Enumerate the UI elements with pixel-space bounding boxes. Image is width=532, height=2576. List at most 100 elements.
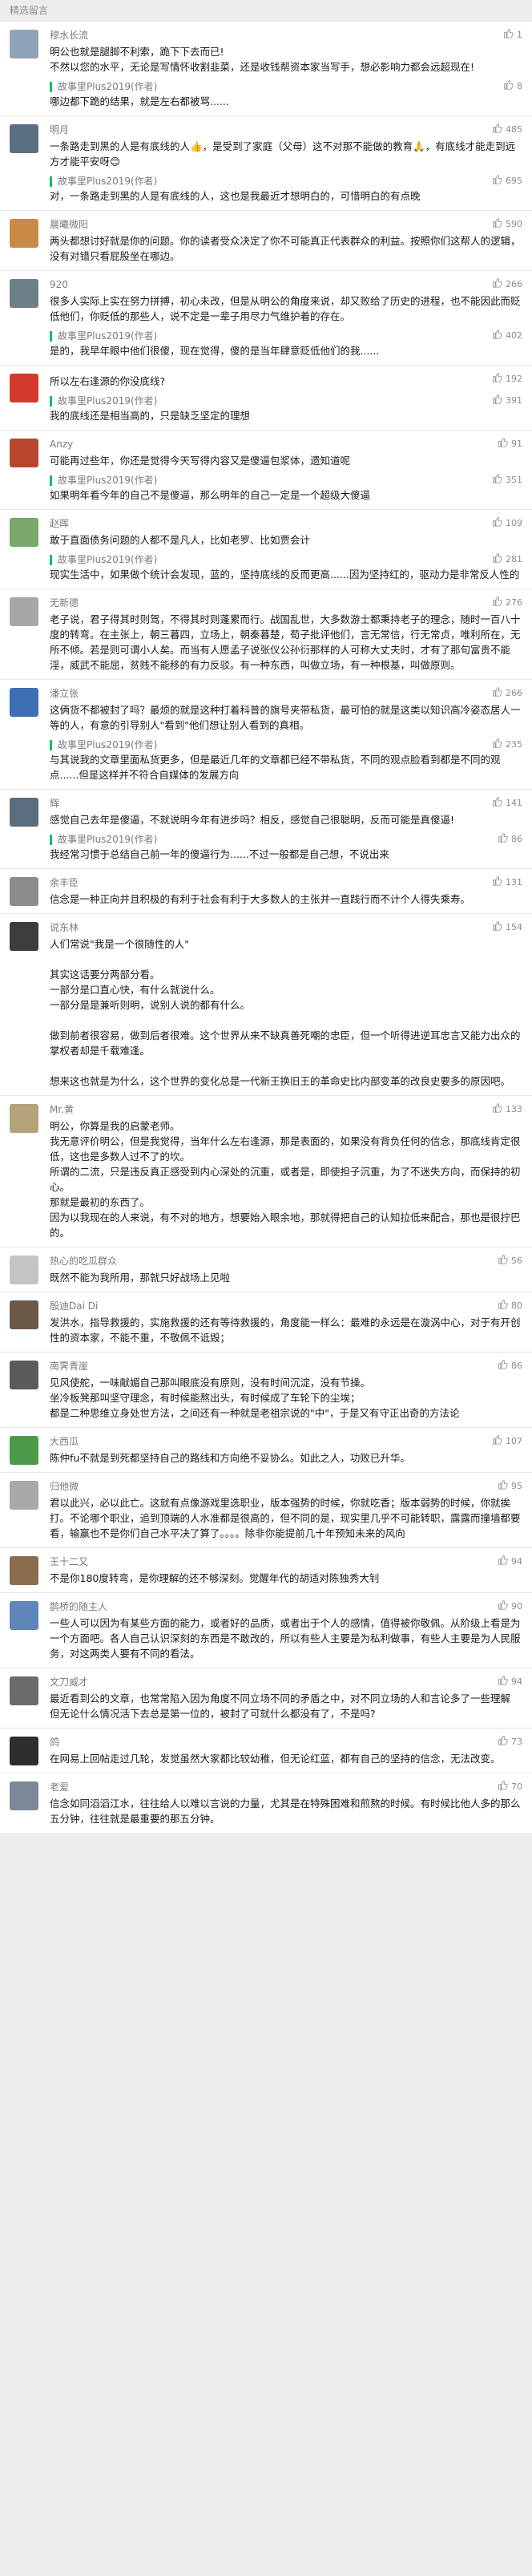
reply-like-button[interactable]: 695	[492, 174, 522, 187]
commenter-name[interactable]: Anzy	[50, 437, 524, 451]
commenter-name[interactable]: 辉	[50, 796, 524, 811]
comment-text: 两头都想讨好就是你的问题。你的读者受众决定了你不可能真正代表群众的利益。按照你们…	[50, 235, 521, 262]
like-button[interactable]: 131	[492, 876, 522, 888]
thumbs-up-icon	[492, 686, 502, 699]
reply-like-button[interactable]: 402	[492, 329, 522, 342]
avatar[interactable]	[10, 1256, 38, 1284]
commenter-name[interactable]: 无新德	[50, 596, 524, 610]
like-button[interactable]: 73	[498, 1735, 522, 1748]
author-reply: 故事里Plus2019(作者) 391 我的底线还是相当高的，只是缺乏坚定的理想	[50, 394, 524, 423]
commenter-name[interactable]: 余丰臣	[50, 876, 524, 890]
reply-like-button[interactable]: 235	[492, 738, 522, 750]
commenter-name[interactable]: 赵晖	[50, 516, 524, 531]
thumbs-up-icon	[492, 174, 502, 187]
avatar[interactable]	[10, 279, 38, 308]
like-button[interactable]: 94	[498, 1555, 522, 1567]
avatar[interactable]	[10, 219, 38, 248]
commenter-name[interactable]: 大西瓜	[50, 1434, 524, 1449]
like-button[interactable]: 90	[498, 1599, 522, 1612]
reply-author-name: 故事里Plus2019(作者)	[58, 176, 158, 187]
like-button[interactable]: 590	[492, 217, 522, 230]
comment-item: 归他微 95 君以此兴，必以此亡。这就有点像游戏里选职业，版本强势的时候，你就吃香；…	[0, 1472, 532, 1547]
like-button[interactable]: 80	[498, 1299, 522, 1312]
avatar[interactable]	[10, 518, 38, 547]
like-button[interactable]: 485	[492, 123, 522, 135]
commenter-name[interactable]: 归他微	[50, 1479, 524, 1494]
like-button[interactable]: 95	[498, 1479, 522, 1492]
author-reply: 故事里Plus2019(作者) 8 哪边都下跪的结果，就是左右都被骂......	[50, 79, 524, 109]
commenter-name[interactable]: Mr.黄	[50, 1102, 524, 1117]
avatar[interactable]	[10, 1781, 38, 1810]
avatar[interactable]	[10, 1601, 38, 1630]
commenter-name[interactable]: 920	[50, 277, 524, 292]
reply-like-button[interactable]: 351	[492, 473, 522, 486]
avatar[interactable]	[10, 1300, 38, 1329]
avatar[interactable]	[10, 1481, 38, 1510]
like-button[interactable]: 276	[492, 596, 522, 609]
reply-like-button[interactable]: 391	[492, 394, 522, 406]
commenter-name[interactable]: 热心的吃瓜群众	[50, 1254, 524, 1268]
avatar[interactable]	[10, 688, 38, 717]
avatar[interactable]	[10, 1556, 38, 1585]
commenter-name[interactable]: 鸽	[50, 1735, 524, 1749]
commenter-name[interactable]: 明月	[50, 123, 524, 137]
like-button[interactable]: 154	[492, 920, 522, 933]
comment-text: 明公，你算是我的启蒙老师。 我无意评价明公，但是我觉得，当年什么左右逢源，那是表…	[50, 1120, 521, 1239]
like-button[interactable]: 266	[492, 277, 522, 290]
thumbs-up-icon	[492, 552, 502, 565]
like-button[interactable]: 109	[492, 516, 522, 529]
author-reply: 故事里Plus2019(作者) 281 现实生活中，如果做个统计会发现，蓝的，坚持底…	[50, 552, 524, 582]
avatar[interactable]	[10, 922, 38, 951]
reply-like-count: 235	[506, 738, 522, 750]
like-button[interactable]: 133	[492, 1102, 522, 1115]
commenter-name[interactable]: 老爱	[50, 1780, 524, 1794]
commenter-name[interactable]: 说东林	[50, 920, 524, 935]
like-count: 133	[506, 1103, 522, 1114]
page: 精选留言 穆水长流 1 明公也就是腿脚不利索，跪下下去而已! 不然以您的水平，无论是…	[0, 0, 532, 2576]
thumbs-up-icon	[492, 123, 502, 135]
commenter-name[interactable]: 潘立张	[50, 686, 524, 701]
like-button[interactable]: 1	[503, 28, 522, 41]
like-button[interactable]: 86	[498, 1359, 522, 1372]
avatar[interactable]	[10, 1676, 38, 1705]
reply-text: 如果明年看今年的自己不是傻逼，那么明年的自己一定是一个超级大傻逼	[50, 489, 371, 501]
avatar[interactable]	[10, 877, 38, 906]
commenter-name[interactable]: 晨曦微阳	[50, 217, 524, 232]
section-title: 精选留言	[0, 0, 532, 21]
comment-item: Anzy 91 可能再过些年，你还是觉得今天写得内容又是傻逼包浆体，遗知道呢 故事里P…	[0, 430, 532, 509]
like-button[interactable]: 91	[498, 437, 522, 450]
commenter-name[interactable]: 南霁青崖	[50, 1359, 524, 1373]
comment-item: 920 266 很多人实际上实在努力拼搏，初心未改，但是从明公的角度来说，却又败给了…	[0, 270, 532, 365]
reply-like-button[interactable]: 281	[492, 552, 522, 565]
avatar[interactable]	[10, 439, 38, 467]
like-button[interactable]: 107	[492, 1434, 522, 1447]
thumbs-up-icon	[498, 1780, 508, 1793]
avatar[interactable]	[10, 1361, 38, 1389]
avatar[interactable]	[10, 597, 38, 626]
avatar[interactable]	[10, 1737, 38, 1765]
commenter-name[interactable]: 鹊桥的随主人	[50, 1599, 524, 1614]
like-count: 276	[506, 596, 522, 608]
avatar[interactable]	[10, 1436, 38, 1465]
avatar[interactable]	[10, 374, 38, 402]
like-button[interactable]: 94	[498, 1675, 522, 1688]
avatar[interactable]	[10, 798, 38, 827]
commenter-name[interactable]: 王十二又	[50, 1555, 524, 1569]
commenter-name[interactable]: 文刀威才	[50, 1675, 524, 1689]
like-button[interactable]: 70	[498, 1780, 522, 1793]
reply-text: 是的，我早年眼中他们很傻，现在觉得，傻的是当年肆意贬低他们的我......	[50, 345, 380, 357]
reply-like-button[interactable]: 86	[498, 832, 522, 845]
like-button[interactable]: 192	[492, 372, 522, 385]
avatar[interactable]	[10, 30, 38, 59]
commenter-name[interactable]: 穆水长流	[50, 28, 524, 42]
reply-text: 我的底线还是相当高的，只是缺乏坚定的理想	[50, 410, 251, 422]
commenter-name[interactable]: 殷迪Dai Di	[50, 1299, 524, 1313]
author-reply: 故事里Plus2019(作者) 235 与其说我的文章里面私货更多，但是最近几年的文…	[50, 738, 524, 783]
like-button[interactable]: 141	[492, 796, 522, 809]
avatar[interactable]	[10, 124, 38, 153]
avatar[interactable]	[10, 1104, 38, 1133]
reply-like-button[interactable]: 8	[503, 79, 522, 92]
like-count: 590	[506, 218, 522, 229]
like-button[interactable]: 266	[492, 686, 522, 699]
like-button[interactable]: 56	[498, 1254, 522, 1267]
